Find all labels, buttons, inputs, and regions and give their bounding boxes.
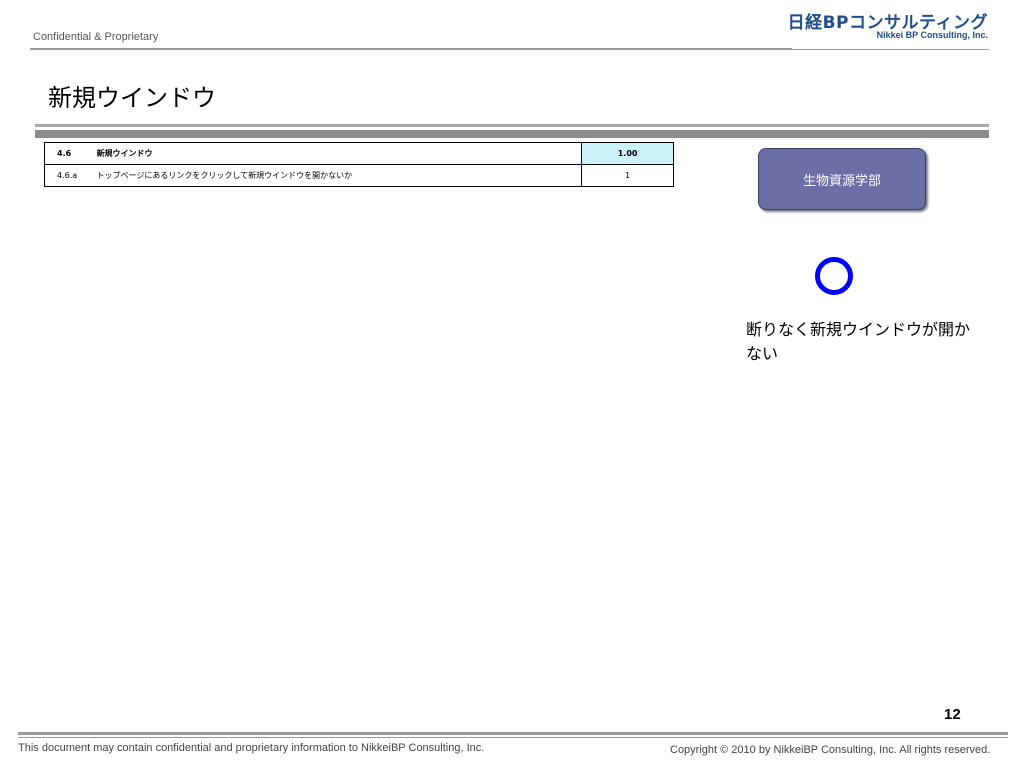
footer-disclaimer: This document may contain confidential a… bbox=[18, 742, 485, 754]
header-divider bbox=[30, 48, 792, 50]
row-description: 新規ウインドウ bbox=[96, 142, 583, 165]
company-logo: 日経BPコンサルティング Nikkei BP Consulting, Inc. bbox=[788, 8, 988, 44]
title-band-thin bbox=[35, 124, 989, 127]
confidential-label: Confidential & Proprietary bbox=[33, 31, 159, 43]
footer-copyright: Copyright © 2010 by NikkeiBP Consulting,… bbox=[670, 744, 991, 756]
page-title: 新規ウインドウ bbox=[48, 84, 216, 112]
footer-divider bbox=[18, 732, 1008, 735]
circle-icon bbox=[815, 257, 853, 295]
title-band bbox=[35, 130, 989, 138]
result-text: 断りなく新規ウインドウが開かない bbox=[746, 320, 971, 363]
row-description: トップページにあるリンクをクリックして新規ウインドウを開かないか bbox=[96, 164, 583, 187]
row-value: 1 bbox=[581, 164, 674, 187]
category-button[interactable]: 生物資源学部 bbox=[758, 148, 926, 210]
checklist-table: 4.6 新規ウインドウ 1.00 4.6.a トップページにあるリンクをクリック… bbox=[43, 142, 674, 187]
header-divider-right bbox=[792, 49, 989, 50]
row-id: 4.6 bbox=[43, 142, 97, 165]
row-id: 4.6.a bbox=[43, 164, 97, 187]
table-row: 4.6 新規ウインドウ 1.00 bbox=[43, 142, 674, 165]
logo-english: Nikkei BP Consulting, Inc. bbox=[876, 30, 988, 40]
page-number: 12 bbox=[944, 706, 961, 723]
row-value: 1.00 bbox=[581, 142, 674, 165]
table-row: 4.6.a トップページにあるリンクをクリックして新規ウインドウを開かないか 1 bbox=[43, 164, 674, 187]
footer-divider-thin bbox=[18, 737, 1008, 738]
